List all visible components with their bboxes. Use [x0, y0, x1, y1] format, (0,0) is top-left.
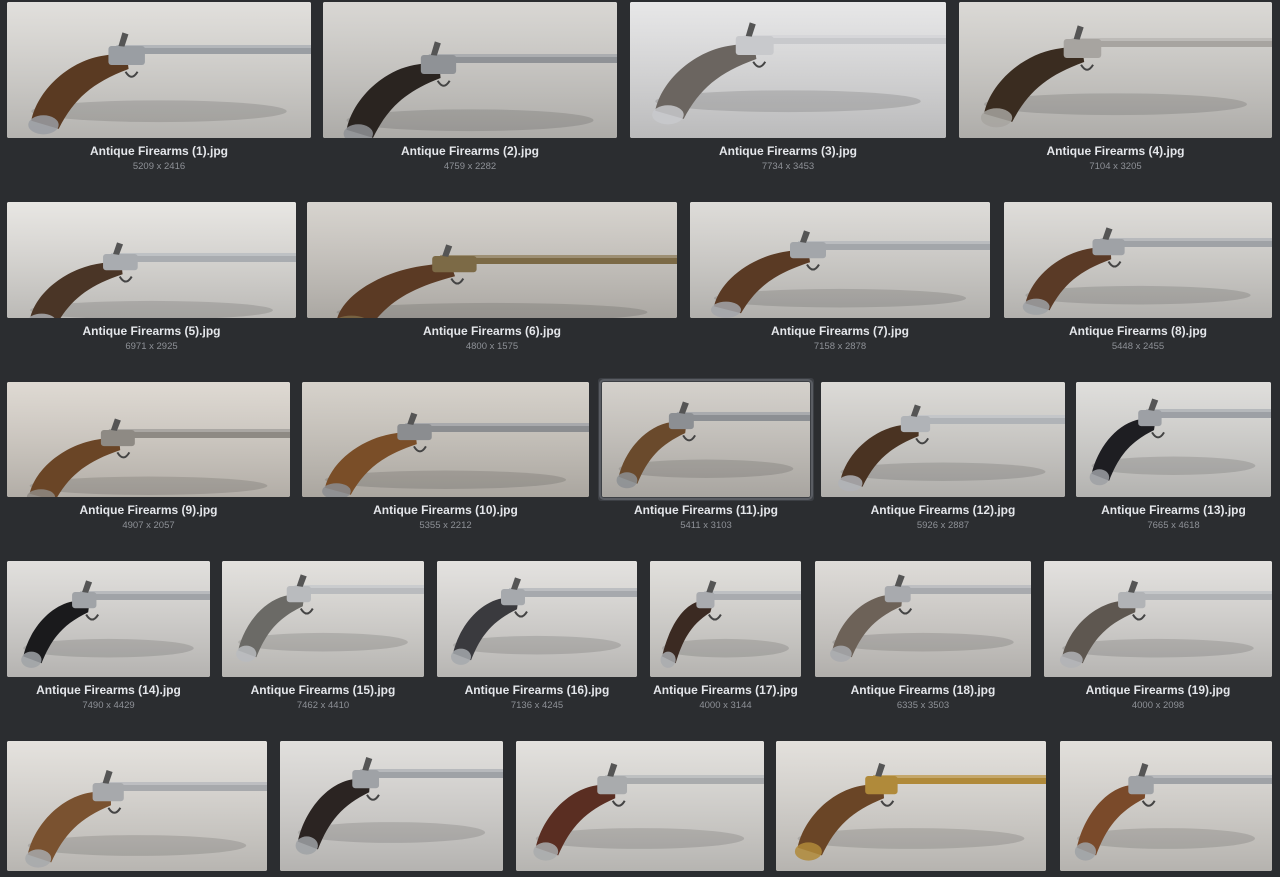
file-name-label: Antique Firearms (19).jpg [1085, 683, 1231, 697]
image-dimensions-label: 7665 x 4618 [1147, 520, 1200, 531]
gallery-item[interactable]: Antique Firearms (17).jpg 4000 x 3144 [650, 561, 801, 719]
thumbnail-image[interactable] [7, 561, 210, 677]
gallery-item[interactable]: Antique Firearms (15).jpg 7462 x 4410 [222, 561, 424, 719]
gallery-item[interactable]: Antique Firearms (10).jpg 5355 x 2212 [302, 382, 589, 539]
file-name-label: Antique Firearms (15).jpg [250, 683, 396, 697]
thumbnail-image[interactable] [690, 202, 990, 318]
file-name-label: Antique Firearms (7).jpg [770, 324, 910, 338]
thumbnail-image[interactable] [959, 2, 1272, 138]
gallery-item[interactable]: Antique Firearms (14).jpg 7490 x 4429 [7, 561, 210, 719]
thumbnail-image[interactable] [280, 741, 503, 871]
file-name-label: Antique Firearms (8).jpg [1068, 324, 1208, 338]
image-dimensions-label: 6335 x 3503 [896, 700, 950, 711]
thumbnail-image[interactable] [1076, 382, 1271, 497]
gallery-item[interactable] [280, 741, 503, 877]
thumbnail-image[interactable] [323, 2, 617, 138]
file-name-label: Antique Firearms (4).jpg [1046, 144, 1185, 158]
gallery-item[interactable]: Antique Firearms (12).jpg 5926 x 2887 [821, 382, 1065, 539]
file-name-label: Antique Firearms (13).jpg [1101, 503, 1246, 517]
image-dimensions-label: 7490 x 4429 [82, 700, 135, 711]
file-name-label: Antique Firearms (9).jpg [79, 503, 218, 517]
thumbnail-image[interactable] [222, 561, 424, 677]
image-dimensions-label: 7734 x 3453 [761, 161, 815, 172]
image-dimensions-label: 7158 x 2878 [813, 341, 867, 352]
image-dimensions-label: 4907 x 2057 [122, 520, 175, 531]
file-name-label: Antique Firearms (10).jpg [373, 503, 518, 517]
gallery-item[interactable]: Antique Firearms (13).jpg 7665 x 4618 [1076, 382, 1271, 539]
gallery-item[interactable]: Antique Firearms (7).jpg 7158 x 2878 [690, 202, 990, 360]
image-dimensions-label: 4759 x 2282 [443, 161, 497, 172]
image-dimensions-label: 6971 x 2925 [125, 341, 178, 352]
image-dimensions-label: 5209 x 2416 [132, 161, 186, 172]
file-name-label: Antique Firearms (18).jpg [850, 683, 996, 697]
gallery-item[interactable]: Antique Firearms (6).jpg 4800 x 1575 [307, 202, 677, 360]
image-dimensions-label: 4000 x 2098 [1131, 700, 1185, 711]
thumbnail-image[interactable] [650, 561, 801, 677]
gallery-item[interactable]: Antique Firearms (19).jpg 4000 x 2098 [1044, 561, 1272, 719]
gallery-item[interactable]: Antique Firearms (4).jpg 7104 x 3205 [959, 2, 1272, 180]
gallery-item[interactable]: Antique Firearms (16).jpg 7136 x 4245 [437, 561, 637, 719]
thumbnail-image[interactable] [437, 561, 637, 677]
image-gallery: Antique Firearms (1).jpg 5209 x 2416 Anti… [0, 0, 1280, 877]
thumbnail-image[interactable] [7, 382, 290, 497]
thumbnail-image[interactable] [599, 379, 813, 500]
gallery-item[interactable]: Antique Firearms (8).jpg 5448 x 2455 [1004, 202, 1272, 360]
thumbnail-image[interactable] [630, 2, 946, 138]
image-dimensions-label: 5926 x 2887 [916, 520, 970, 531]
image-dimensions-label: 5448 x 2455 [1111, 341, 1165, 352]
thumbnail-image[interactable] [1004, 202, 1272, 318]
file-name-label: Antique Firearms (11).jpg [633, 503, 779, 517]
thumbnail-image[interactable] [7, 2, 311, 138]
gallery-item[interactable]: Antique Firearms (9).jpg 4907 x 2057 [7, 382, 290, 539]
image-dimensions-label: 7104 x 3205 [1089, 161, 1142, 172]
thumbnail-image[interactable] [1044, 561, 1272, 677]
gallery-item[interactable]: Antique Firearms (5).jpg 6971 x 2925 [7, 202, 296, 360]
image-dimensions-label: 5411 x 3103 [680, 520, 732, 531]
file-name-label: Antique Firearms (17).jpg [653, 683, 798, 697]
thumbnail-image[interactable] [302, 382, 589, 497]
gallery-item[interactable]: Antique Firearms (2).jpg 4759 x 2282 [323, 2, 617, 180]
thumbnail-image[interactable] [516, 741, 764, 871]
gallery-item[interactable]: Antique Firearms (1).jpg 5209 x 2416 [7, 2, 311, 180]
gallery-item[interactable] [516, 741, 764, 877]
image-dimensions-label: 4800 x 1575 [465, 341, 519, 352]
image-dimensions-label: 4000 x 3144 [699, 700, 752, 711]
thumbnail-image[interactable] [776, 741, 1046, 871]
thumbnail-image[interactable] [821, 382, 1065, 497]
gallery-item[interactable]: Antique Firearms (11).jpg 5411 x 3103 [598, 378, 814, 539]
gallery-item[interactable] [1060, 741, 1272, 877]
file-name-label: Antique Firearms (2).jpg [400, 144, 540, 158]
image-dimensions-label: 7136 x 4245 [510, 700, 564, 711]
image-dimensions-label: 5355 x 2212 [419, 520, 472, 531]
thumbnail-image[interactable] [7, 202, 296, 318]
gallery-item[interactable]: Antique Firearms (18).jpg 6335 x 3503 [815, 561, 1031, 719]
file-name-label: Antique Firearms (1).jpg [89, 144, 229, 158]
gallery-item[interactable] [776, 741, 1046, 877]
file-name-label: Antique Firearms (6).jpg [422, 324, 562, 338]
file-name-label: Antique Firearms (12).jpg [870, 503, 1016, 517]
file-name-label: Antique Firearms (5).jpg [82, 324, 221, 338]
thumbnail-image[interactable] [7, 741, 267, 871]
gallery-item[interactable]: Antique Firearms (3).jpg 7734 x 3453 [630, 2, 946, 180]
image-dimensions-label: 7462 x 4410 [296, 700, 350, 711]
thumbnail-image[interactable] [307, 202, 677, 318]
thumbnail-image[interactable] [1060, 741, 1272, 871]
file-name-label: Antique Firearms (16).jpg [464, 683, 610, 697]
gallery-item[interactable] [7, 741, 267, 877]
file-name-label: Antique Firearms (14).jpg [36, 683, 181, 697]
file-name-label: Antique Firearms (3).jpg [718, 144, 858, 158]
thumbnail-image[interactable] [815, 561, 1031, 677]
